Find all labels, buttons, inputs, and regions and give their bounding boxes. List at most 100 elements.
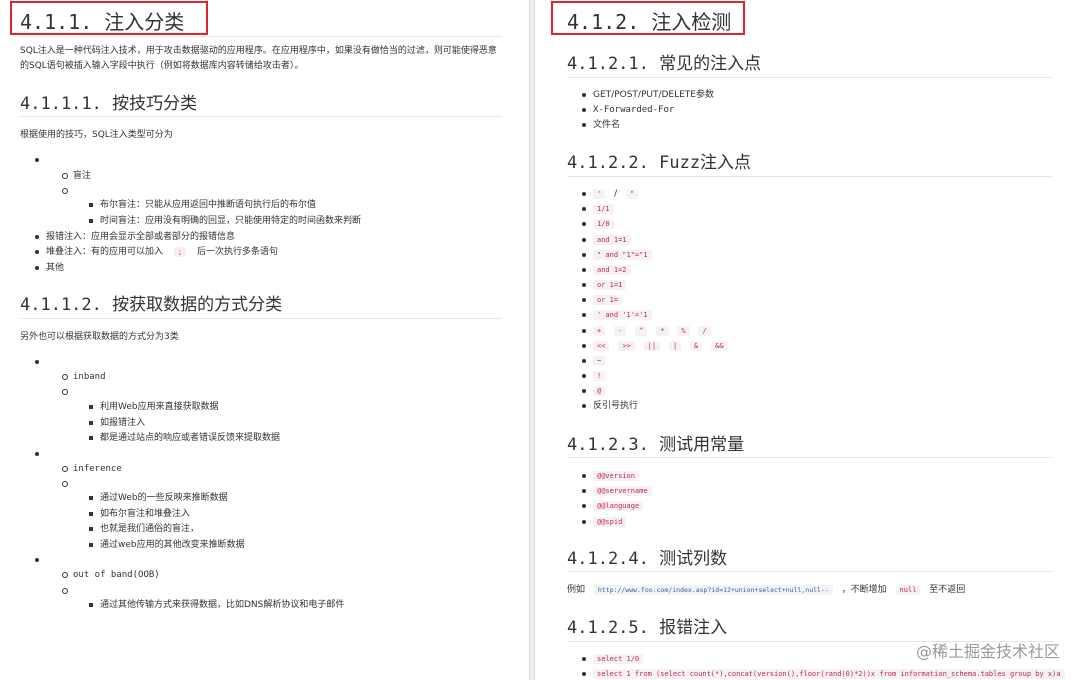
column-test-line: 例如 http://www.foo.com/index.asp?id=12+un… [567,583,965,598]
list-item: or 1= [581,294,623,306]
fuzz-code: 1/0 [593,219,614,229]
list-item: 通过Web的一些反映来推断数据 [89,493,228,503]
fuzz-code: or 1= [593,295,623,305]
heading-divider [567,457,1053,458]
heading-4-1-2-2: 4.1.2.2. Fuzz注入点 [567,153,752,173]
list-item: 通过web应用的其他改变来推断数据 [89,540,245,550]
list-item: 如布尔盲注和堆叠注入 [88,509,191,519]
heading-4-1-2: 4.1.2. 注入检测 [567,10,732,34]
list-item-oob: out of band(OOB) [62,570,160,580]
fuzz-code: << [593,341,610,351]
list-item: @@version [582,470,639,482]
list-item-other: 其他 [34,263,65,273]
list-item: ~ [581,355,606,367]
list-item: 文件名 [581,120,621,130]
list-item: 1/1 [582,203,614,215]
column-test-suffix: 至不返回 [929,585,966,595]
column-test-prefix: 例如 [567,585,586,595]
error-code: select 1/0 [593,654,644,664]
column-test-mid: ，不断增加 [841,585,887,595]
constant-code: @@version [593,471,639,481]
fuzz-code: | [668,341,682,351]
list-item: 利用Web应用来直接获取数据 [89,402,219,412]
heading-divider [567,77,1053,78]
list-item: @@servername [582,485,652,497]
heading-4-1-2-3: 4.1.2.3. 测试用常量 [567,435,745,455]
fuzz-code: - [614,326,627,336]
data-method-intro: 另外也可以根据获取数据的方式分为3类 [20,332,179,342]
list-item: " and "1"="1 [582,249,652,261]
fuzz-code: + [593,326,606,336]
stacked-text-post: 后一次执行多条语句 [196,247,278,257]
heading-divider [20,36,502,37]
fuzz-code: ' and '1'='1 [593,310,652,320]
fuzz-code: and 1=2 [593,265,631,275]
fuzz-code: " [626,189,639,199]
list-item-quotes: ' / " [581,188,644,200]
list-item: and 1=1 [582,234,631,246]
list-item-backtick: 反引号执行 [581,401,639,411]
fuzz-code: ^ [635,326,648,336]
heading-4-1-2-1: 4.1.2.1. 常见的注入点 [567,54,762,74]
fuzz-code: || [643,341,661,351]
fuzz-code: & [690,341,703,351]
null-code: null [895,585,921,595]
list-item: 也就是我们通俗的盲注， [88,524,200,534]
fuzz-code: >> [618,341,635,351]
intro-paragraph: SQL注入是一种代码注入技术，用于攻击数据驱动的应用程序。在应用程序中，如果没有… [20,46,497,71]
right-document-page: 4.1.2. 注入检测 4.1.2.1. 常见的注入点 GET/POST/PUT… [534,0,1080,680]
fuzz-code: 1/1 [593,204,614,214]
list-item-stacked-injection: 堆叠注入：有的应用可以加入 ; 后一次执行多条语句 [35,246,278,258]
fuzz-code: ' [593,189,606,199]
fuzz-code: ! [593,371,606,381]
heading-divider [567,176,1053,177]
list-item: select 1 from (select count(*),concat(ve… [582,668,1065,680]
list-item: 如报错注入 [88,418,146,428]
constant-code: @@servername [593,486,652,496]
constant-code: @@spid [593,517,627,527]
fuzz-code: " and "1"="1 [593,250,652,260]
list-item: X-Forwarded-For [581,105,675,115]
list-item: 1/0 [582,218,614,230]
list-item: @@language [581,500,644,512]
fuzz-code: * [656,326,669,336]
constant-code: @@language [593,501,644,511]
list-item-arith-ops: + - ^ * % / [582,325,717,337]
list-item-bool-blind: 布尔盲注：只能从应用返回中推断语句执行后的布尔值 [88,200,317,210]
fuzz-code: ~ [593,356,606,366]
technique-intro: 根据使用的技巧，SQL注入类型可分为 [20,130,173,140]
list-item: 通过其他传输方式来获得数据，比如DNS解析协议和电子邮件 [88,600,345,610]
list-item: ' and '1'='1 [582,309,652,321]
left-document-page: 4.1.1. 注入分类 SQL注入是一种代码注入技术，用于攻击数据驱动的应用程序… [0,0,530,680]
fuzz-code: @ [593,386,606,396]
stacked-text-pre: 堆叠注入：有的应用可以加入 [46,247,164,257]
fuzz-code: or 1=1 [593,280,627,290]
list-item: GET/POST/PUT/DELETE参数 [582,90,714,100]
heading-4-1-2-4: 4.1.2.4. 测试列数 [567,549,728,569]
heading-4-1-1-2: 4.1.1.2. 按获取数据的方式分类 [20,295,283,315]
column-test-url: http://www.foo.com/index.asp?id=12+union… [593,585,833,595]
error-code: select 1 from (select count(*),concat(ve… [593,669,1065,679]
watermark: @稀土掘金技术社区 [915,642,1060,661]
list-item-inference: inference [62,464,122,474]
fuzz-code: && [711,341,728,351]
list-item: and 1=2 [582,264,631,276]
semicolon-code: ; [173,247,187,257]
heading-4-1-1-1: 4.1.1.1. 按技巧分类 [20,94,198,114]
fuzz-separator: / [614,189,618,199]
heading-divider [20,318,502,319]
heading-4-1-2-5: 4.1.2.5. 报错注入 [567,618,728,638]
list-item-error-injection: 报错注入：应用会显示全部或者部分的报错信息 [34,232,236,242]
list-item: or 1=1 [581,279,627,291]
list-item-blind: 盲注 [61,171,92,181]
list-item-bit-ops: << >> || | & && [582,340,734,352]
heading-4-1-1: 4.1.1. 注入分类 [20,10,185,34]
list-item: @@spid [581,516,627,528]
fuzz-code: and 1=1 [593,235,631,245]
fuzz-code: / [698,326,711,336]
list-item-time-blind: 时间盲注：应用没有明确的回显，只能使用特定的时间函数来判断 [88,216,362,226]
list-item: 都是通过站点的响应或者错误反馈来提取数据 [88,433,281,443]
heading-divider [20,116,502,117]
list-item-inband: inband [62,372,106,382]
list-item: ! [581,370,606,382]
